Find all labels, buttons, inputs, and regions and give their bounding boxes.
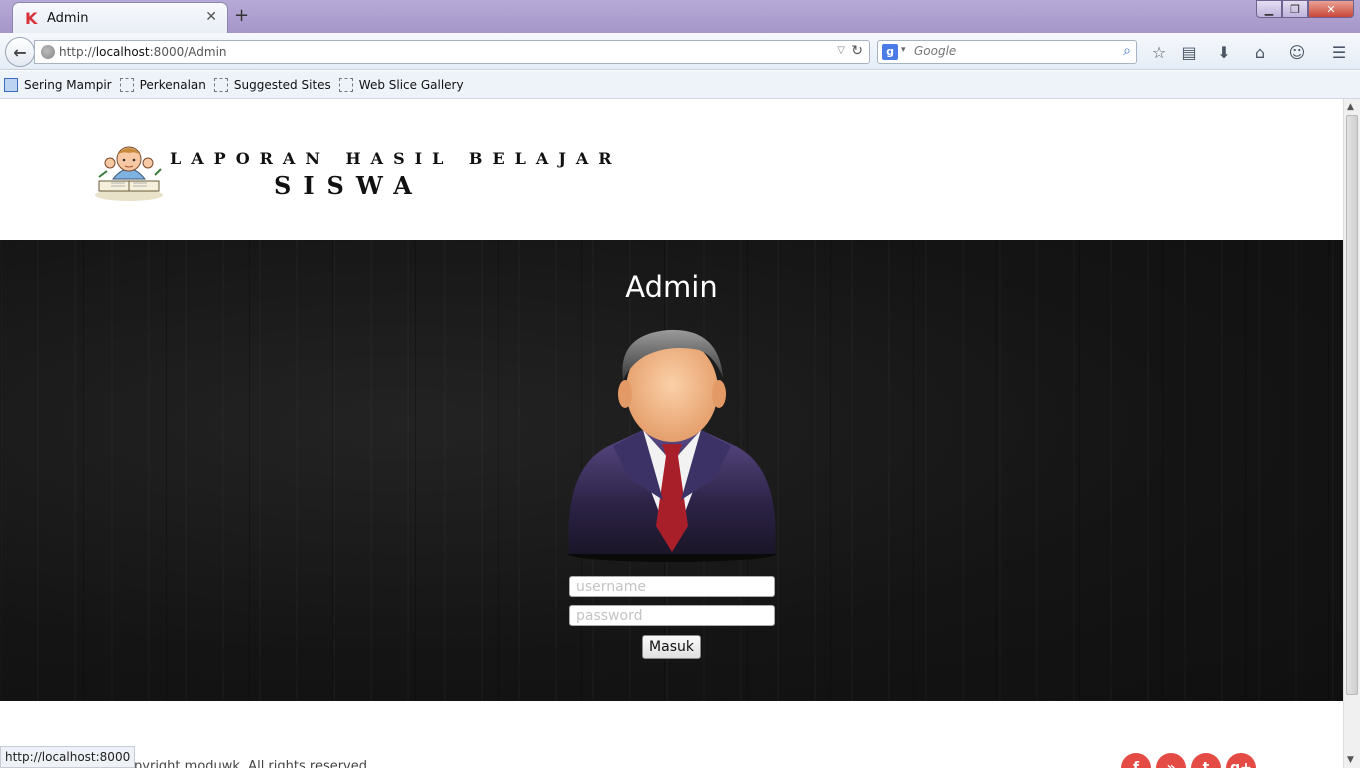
scroll-down-icon[interactable]: ▼ bbox=[1347, 755, 1354, 765]
footer-copyright: Copyright moduwk. All rights reserved. bbox=[117, 759, 372, 768]
magnifier-icon[interactable]: ⌕ bbox=[1123, 43, 1131, 59]
page-placeholder-icon bbox=[338, 77, 353, 92]
site-title-line1: LAPORAN HASIL BELAJAR bbox=[170, 149, 622, 168]
page-placeholder-icon bbox=[119, 77, 134, 92]
history-dropdown-icon[interactable]: ▽ bbox=[837, 45, 845, 56]
username-input[interactable] bbox=[569, 576, 775, 597]
scroll-up-icon[interactable]: ▲ bbox=[1347, 102, 1354, 112]
search-bar[interactable]: g ▾ ⌕ bbox=[877, 40, 1137, 64]
password-input[interactable] bbox=[569, 605, 775, 626]
bookmarks-toolbar: Sering Mampir Perkenalan Suggested Sites… bbox=[0, 71, 1360, 99]
facebook-icon[interactable]: f bbox=[1121, 753, 1151, 768]
reload-icon[interactable]: ↻ bbox=[851, 43, 863, 59]
google-plus-icon[interactable]: g+ bbox=[1226, 753, 1256, 768]
new-tab-icon[interactable]: + bbox=[234, 5, 249, 26]
site-favicon-icon: K bbox=[25, 9, 38, 28]
search-input[interactable] bbox=[914, 44, 1114, 58]
window-close-icon[interactable]: ✕ bbox=[1308, 0, 1354, 18]
address-url[interactable]: http://localhost:8000/Admin bbox=[59, 45, 227, 59]
window-titlebar: K Admin ✕ + ▁ ❐ ✕ bbox=[0, 0, 1360, 33]
twitter-icon[interactable]: t bbox=[1191, 753, 1221, 768]
tab-admin[interactable]: K Admin ✕ bbox=[12, 2, 228, 33]
back-arrow-icon[interactable]: ← bbox=[5, 37, 35, 67]
window-controls: ▁ ❐ ✕ bbox=[1256, 0, 1354, 20]
navigation-toolbar: ← http://localhost:8000/Admin ▽ ↻ g ▾ ⌕ … bbox=[0, 33, 1360, 70]
minimize-icon[interactable]: ▁ bbox=[1256, 0, 1282, 18]
bookmark-web-slice-gallery[interactable]: Web Slice Gallery bbox=[338, 77, 464, 92]
tab-title: Admin bbox=[47, 11, 89, 26]
address-bar[interactable]: http://localhost:8000/Admin ▽ ↻ bbox=[34, 40, 870, 64]
google-engine-icon[interactable]: g bbox=[882, 44, 898, 60]
chat-icon[interactable]: ☺ bbox=[1286, 41, 1308, 63]
admin-avatar-icon bbox=[568, 329, 776, 562]
login-submit-button[interactable]: Masuk bbox=[642, 635, 701, 659]
status-bar-url: http://localhost:8000 bbox=[0, 746, 136, 768]
page-placeholder-icon bbox=[213, 77, 228, 92]
login-panel: Admin username Masuk bbox=[0, 240, 1343, 701]
bookmarks-menu-icon[interactable]: ▤ bbox=[1178, 41, 1200, 63]
engine-dropdown-icon[interactable]: ▾ bbox=[901, 45, 906, 55]
tab-close-icon[interactable]: ✕ bbox=[205, 9, 217, 25]
bookmark-sering-mampir[interactable]: Sering Mampir bbox=[4, 77, 112, 92]
bookmark-star-icon[interactable]: ☆ bbox=[1148, 41, 1170, 63]
folder-icon bbox=[4, 77, 18, 92]
globe-icon bbox=[41, 45, 55, 59]
home-icon[interactable]: ⌂ bbox=[1249, 41, 1271, 63]
bookmark-suggested-sites[interactable]: Suggested Sites bbox=[213, 77, 331, 92]
hamburger-menu-icon[interactable]: ☰ bbox=[1328, 41, 1350, 63]
restore-icon[interactable]: ❐ bbox=[1282, 0, 1308, 18]
student-reading-logo-icon bbox=[95, 146, 163, 201]
scroll-thumb[interactable] bbox=[1346, 115, 1358, 695]
rss-icon[interactable]: » bbox=[1156, 753, 1186, 768]
login-title: Admin bbox=[625, 270, 718, 304]
site-title-line2: SISWA bbox=[274, 171, 424, 200]
vertical-scrollbar[interactable]: ▲ ▼ bbox=[1343, 99, 1360, 768]
site-header: LAPORAN HASIL BELAJAR SISWA bbox=[0, 99, 1343, 240]
downloads-icon[interactable]: ⬇ bbox=[1213, 41, 1235, 63]
bookmark-perkenalan[interactable]: Perkenalan bbox=[119, 77, 206, 92]
page-content: LAPORAN HASIL BELAJAR SISWA Admin userna… bbox=[0, 99, 1343, 768]
